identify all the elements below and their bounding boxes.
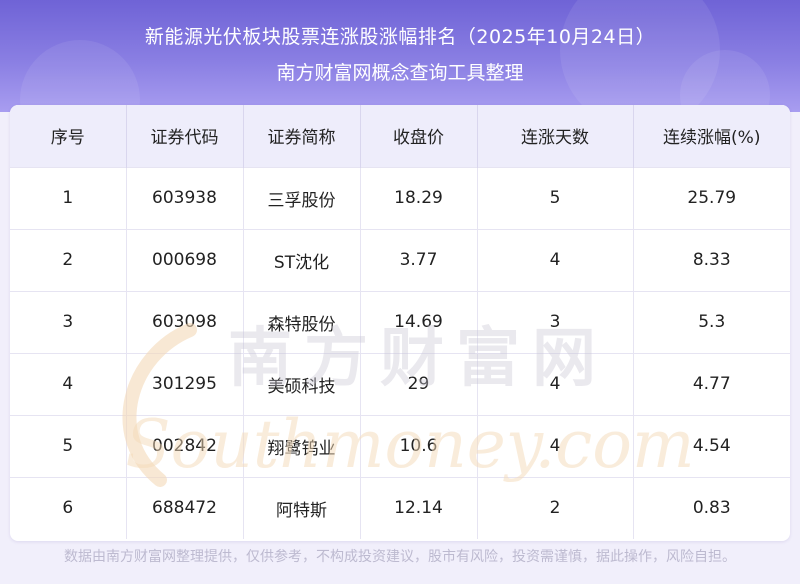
cell-close: 14.69	[360, 291, 478, 353]
cell-days: 5	[477, 167, 634, 229]
cell-gain: 0.83	[692, 498, 731, 519]
cell-index: 6	[10, 477, 127, 539]
cell-index: 5	[10, 415, 127, 477]
cell-days: 4	[477, 353, 634, 415]
table-row: 3 603098 森特股份 14.69 3 5.3	[10, 291, 790, 353]
cell-code: 688472	[126, 477, 244, 539]
table-row: 1 603938 三孚股份 18.29 5 25.79	[10, 167, 790, 229]
ranking-table: 序号 证券代码 证券简称 收盘价 连涨天数 连续涨幅(%) 1 603938 三…	[10, 105, 790, 539]
column-header-code: 证券代码	[126, 105, 244, 167]
disclaimer-text: 数据由南方财富网整理提供，仅供参考，不构成投资建议，股市有风险，投资需谨慎，据此…	[64, 549, 736, 565]
table-card: 序号 证券代码 证券简称 收盘价 连涨天数 连续涨幅(%) 1 603938 三…	[10, 105, 790, 541]
cell-name: 美硕科技	[243, 353, 361, 415]
cell-days: 3	[477, 291, 634, 353]
cell-code: 000698	[126, 229, 244, 291]
cell-close: 3.77	[360, 229, 478, 291]
cell-close: 10.6	[360, 415, 478, 477]
cell-close: 18.29	[360, 167, 478, 229]
column-header-close: 收盘价	[360, 105, 478, 167]
page-title: 新能源光伏板块股票连涨股涨幅排名（2025年10月24日）	[144, 26, 656, 48]
cell-name: 翔鹭钨业	[243, 415, 361, 477]
cell-close: 12.14	[360, 477, 478, 539]
header-banner: 新能源光伏板块股票连涨股涨幅排名（2025年10月24日） 南方财富网概念查询工…	[0, 0, 800, 112]
cell-close: 29	[360, 353, 478, 415]
cell-index: 2	[10, 229, 127, 291]
cell-code: 002842	[126, 415, 244, 477]
cell-name: ST沈化	[243, 229, 361, 291]
cell-days: 4	[477, 229, 634, 291]
cell-code: 301295	[126, 353, 244, 415]
column-header-gain: 连续涨幅(%)	[663, 128, 761, 149]
table-row: 6 688472 阿特斯 12.14 2 0.83	[10, 477, 790, 539]
cell-gain: 5.3	[698, 312, 726, 332]
cell-code: 603938	[126, 167, 244, 229]
cell-name: 森特股份	[243, 291, 361, 353]
cell-index: 4	[10, 353, 127, 415]
cell-gain: 8.33	[692, 250, 731, 270]
cell-days: 2	[477, 477, 634, 539]
column-header-name: 证券简称	[243, 105, 361, 167]
column-header-days: 连涨天数	[477, 105, 634, 167]
table-row: 4 301295 美硕科技 29 4 4.77	[10, 353, 790, 415]
table-row: 5 002842 翔鹭钨业 10.6 4 4.54	[10, 415, 790, 477]
page-subtitle: 南方财富网概念查询工具整理	[276, 62, 524, 84]
cell-code: 603098	[126, 291, 244, 353]
cell-name: 阿特斯	[243, 477, 361, 539]
cell-gain: 4.77	[692, 374, 731, 394]
table-row: 2 000698 ST沈化 3.77 4 8.33	[10, 229, 790, 291]
table-header-row: 序号 证券代码 证券简称 收盘价 连涨天数 连续涨幅(%)	[10, 105, 790, 167]
cell-gain: 25.79	[687, 188, 737, 208]
cell-index: 1	[10, 167, 127, 229]
cell-days: 4	[477, 415, 634, 477]
column-header-index: 序号	[10, 105, 127, 167]
cell-gain: 4.54	[692, 436, 731, 456]
cell-name: 三孚股份	[243, 167, 361, 229]
cell-index: 3	[10, 291, 127, 353]
